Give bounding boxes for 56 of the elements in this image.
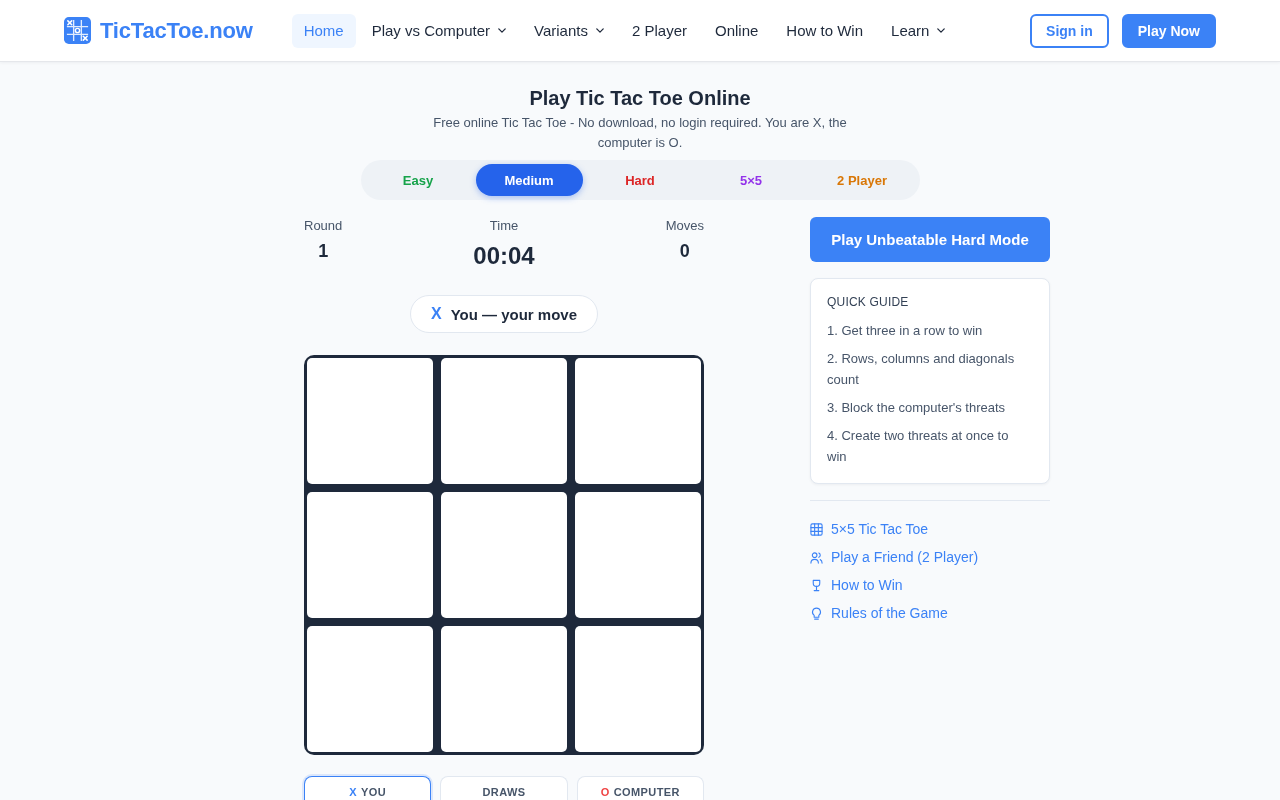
play-now-button[interactable]: Play Now <box>1121 13 1216 48</box>
caret-icon <box>498 28 507 33</box>
guide-step: 3. Block the computer's threats <box>827 397 1025 418</box>
board-cell[interactable] <box>441 492 567 618</box>
board-cell[interactable] <box>441 626 567 752</box>
nav-item[interactable]: Online <box>703 13 771 48</box>
board-cell[interactable] <box>307 626 433 752</box>
guide-step: 2. Rows, columns and diagonals count <box>827 348 1025 390</box>
nav-item[interactable]: Home <box>291 13 356 48</box>
stat-label: Round <box>304 217 343 235</box>
nav-item[interactable]: How to Win <box>774 13 876 48</box>
difficulty-tab[interactable]: Easy <box>364 164 472 196</box>
timer-value: 00:04 <box>473 241 535 271</box>
trophy-icon <box>810 578 823 592</box>
board-cell[interactable] <box>575 626 701 752</box>
difficulty-tab[interactable]: Medium <box>475 164 583 196</box>
users-icon <box>810 550 823 564</box>
page-title: Play Tic Tac Toe Online <box>528 86 752 111</box>
nav-item[interactable]: 2 Player <box>619 13 699 48</box>
page-subtitle: Free online Tic Tac Toe - No download, no login required. You are X, the computer is O. <box>432 114 848 152</box>
player-mark: O <box>600 786 610 798</box>
sidebar-link[interactable]: Rules of the Game <box>810 603 948 623</box>
board-cell[interactable] <box>307 492 433 618</box>
guide-step: 4. Create two threats at once to win <box>827 425 1025 467</box>
sidebar-link[interactable]: How to Win <box>810 575 903 595</box>
sidebar-link[interactable]: 5×5 Tic Tac Toe <box>810 519 929 539</box>
nav-item[interactable]: Variants <box>522 13 616 48</box>
nav-item[interactable]: Play vs Computer <box>359 13 519 48</box>
grid-icon <box>810 522 823 536</box>
board-cell[interactable] <box>575 358 701 484</box>
board-cell[interactable] <box>441 358 567 484</box>
board-cell[interactable] <box>307 358 433 484</box>
nav-item[interactable]: Learn <box>879 13 958 48</box>
caret-icon <box>595 28 604 33</box>
guide-heading: QUICK GUIDE <box>827 294 910 311</box>
stat-label: Time <box>489 217 519 235</box>
stat-value: 0 <box>679 240 690 263</box>
difficulty-tab[interactable]: Hard <box>586 164 694 196</box>
player-mark: X <box>430 305 442 323</box>
sidebar-link[interactable]: Play a Friend (2 Player) <box>810 547 979 567</box>
tic-tac-toe-grid-icon <box>64 17 91 44</box>
hard-mode-button[interactable]: Play Unbeatable Hard Mode <box>810 217 1050 262</box>
stat-value: 1 <box>318 240 329 263</box>
board-cell[interactable] <box>575 492 701 618</box>
difficulty-tab[interactable]: 5×5 <box>697 164 805 196</box>
sign-in-button[interactable]: Sign in <box>1030 13 1109 48</box>
lightbulb-icon <box>810 606 823 620</box>
turn-text: You — your move <box>450 305 578 323</box>
difficulty-tab[interactable]: 2 Player <box>808 164 916 196</box>
stat-label: Moves <box>665 217 704 235</box>
logo-link[interactable]: TicTacToe.now <box>64 17 253 44</box>
guide-step: 1. Get three in a row to win <box>827 320 1025 341</box>
score-label: YOU <box>361 786 387 798</box>
score-label: COMPUTER <box>613 786 680 798</box>
player-mark: X <box>349 786 357 798</box>
caret-icon <box>937 28 946 33</box>
